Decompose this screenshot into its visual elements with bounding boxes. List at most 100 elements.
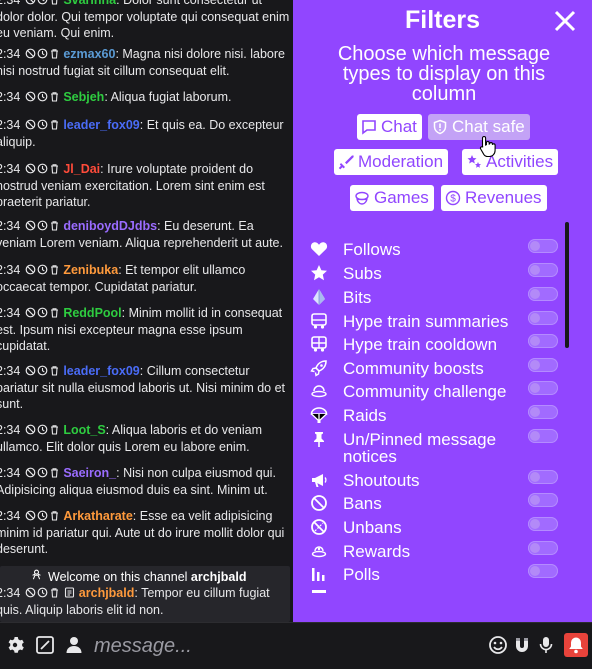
message-username[interactable]: Zenibuka — [63, 263, 118, 277]
message-time: 2:34 — [0, 423, 21, 437]
filter-toggle[interactable] — [528, 564, 558, 578]
ban-user-icon[interactable] — [25, 365, 36, 376]
ban-user-icon[interactable] — [25, 91, 36, 102]
delete-trash-icon[interactable] — [49, 48, 60, 59]
delete-trash-icon[interactable] — [49, 510, 60, 521]
filter-toggle[interactable] — [528, 381, 558, 395]
microphone-icon[interactable] — [536, 635, 556, 655]
delete-trash-icon[interactable] — [49, 365, 60, 376]
delete-trash-icon[interactable] — [49, 0, 60, 5]
ban-user-icon[interactable] — [25, 163, 36, 174]
chat-message: 2:34 leader_fox09: Et quis ea. Do except… — [0, 117, 290, 150]
delete-trash-icon[interactable] — [49, 119, 60, 130]
delete-trash-icon[interactable] — [49, 264, 60, 275]
alert-bell-icon[interactable] — [564, 633, 588, 657]
filter-toggle[interactable] — [528, 517, 558, 531]
magnet-icon[interactable] — [512, 635, 532, 655]
filter-item-label: Community challenge — [343, 382, 507, 401]
filter-category-games[interactable]: Games — [350, 185, 434, 211]
filter-toggle[interactable] — [528, 287, 558, 301]
filter-toggle[interactable] — [528, 470, 558, 484]
ban-user-icon[interactable] — [25, 424, 36, 435]
timeout-clock-icon[interactable] — [37, 587, 48, 598]
filter-toggle[interactable] — [528, 541, 558, 555]
timeout-clock-icon[interactable] — [37, 424, 48, 435]
message-text: : Aliqua fugiat laborum. — [104, 90, 232, 104]
timeout-clock-icon[interactable] — [37, 163, 48, 174]
sword-icon — [338, 154, 354, 170]
emote-icon[interactable] — [488, 635, 508, 655]
timeout-clock-icon[interactable] — [37, 220, 48, 231]
settings-gear-icon[interactable] — [5, 635, 25, 655]
message-username[interactable]: Svarinna — [63, 0, 116, 7]
timeout-clock-icon[interactable] — [37, 264, 48, 275]
filter-item-label: Subs — [343, 264, 382, 283]
delete-trash-icon[interactable] — [49, 91, 60, 102]
message-input[interactable] — [92, 631, 476, 661]
filter-category-chat[interactable]: Chat — [357, 114, 422, 140]
filter-toggle[interactable] — [528, 311, 558, 325]
bottom-bar — [0, 622, 592, 669]
delete-trash-icon[interactable] — [49, 467, 60, 478]
ban-user-icon[interactable] — [25, 510, 36, 521]
filter-toggle[interactable] — [528, 493, 558, 507]
reward-icon — [310, 542, 328, 560]
delete-trash-icon[interactable] — [49, 163, 60, 174]
filter-item-label: Un/Pinned message notices — [343, 430, 497, 466]
filter-scrollbar[interactable] — [565, 222, 569, 348]
message-username[interactable]: leader_fox09 — [63, 118, 139, 132]
delete-trash-icon[interactable] — [49, 220, 60, 231]
filter-item-label: Unbans — [343, 518, 402, 537]
filter-category-activities[interactable]: Activities — [462, 149, 559, 175]
ban-user-icon[interactable] — [25, 220, 36, 231]
ban-user-icon[interactable] — [25, 48, 36, 59]
timeout-clock-icon[interactable] — [37, 91, 48, 102]
message-username[interactable]: leader_fox09 — [63, 364, 139, 378]
chat-bubble-icon — [361, 119, 377, 135]
ban-user-icon[interactable] — [25, 307, 36, 318]
message-time: 2:34 — [0, 586, 21, 600]
filter-toggle[interactable] — [528, 239, 558, 253]
message-username[interactable]: Arkatharate — [63, 509, 132, 523]
delete-trash-icon[interactable] — [49, 307, 60, 318]
filter-toggle[interactable] — [528, 263, 558, 277]
message-username[interactable]: Jl_Dai — [63, 162, 100, 176]
filter-item-label: Rewards — [343, 542, 411, 561]
ban-user-icon[interactable] — [25, 0, 36, 5]
timeout-clock-icon[interactable] — [37, 365, 48, 376]
timeout-clock-icon[interactable] — [37, 467, 48, 478]
star-icon — [310, 264, 328, 282]
poll-icon — [310, 565, 328, 583]
message-username[interactable]: Sebjeh — [63, 90, 104, 104]
delete-trash-icon[interactable] — [49, 424, 60, 435]
timeout-clock-icon[interactable] — [37, 307, 48, 318]
ban-user-icon[interactable] — [25, 119, 36, 130]
filter-item-label: Bans — [343, 494, 382, 513]
filter-item-label: Shoutouts — [343, 471, 420, 490]
timeout-clock-icon[interactable] — [37, 0, 48, 5]
delete-trash-icon[interactable] — [49, 587, 60, 598]
edit-icon[interactable] — [35, 635, 55, 655]
message-username[interactable]: deniboydDJdbs — [63, 219, 157, 233]
message-username[interactable]: archjbald — [79, 586, 135, 600]
filter-toggle[interactable] — [528, 405, 558, 419]
ban-user-icon[interactable] — [25, 587, 36, 598]
timeout-clock-icon[interactable] — [37, 119, 48, 130]
filter-category-moderation[interactable]: Moderation — [334, 149, 449, 175]
close-icon[interactable] — [552, 8, 578, 34]
message-username[interactable]: Saeiron_ — [63, 466, 116, 480]
timeout-clock-icon[interactable] — [37, 510, 48, 521]
timeout-clock-icon[interactable] — [37, 48, 48, 59]
message-time: 2:34 — [0, 219, 21, 233]
user-icon[interactable] — [64, 635, 84, 655]
filter-toggle[interactable] — [528, 358, 558, 372]
ban-user-icon[interactable] — [25, 264, 36, 275]
ban-user-icon[interactable] — [25, 467, 36, 478]
message-username[interactable]: ezmax60 — [63, 47, 115, 61]
hand-cursor-icon — [478, 134, 498, 158]
filter-toggle[interactable] — [528, 429, 558, 443]
message-username[interactable]: Loot_S — [63, 423, 105, 437]
filter-category-revenues[interactable]: $ Revenues — [441, 185, 547, 211]
filter-toggle[interactable] — [528, 334, 558, 348]
message-username[interactable]: ReddPool — [63, 306, 121, 320]
